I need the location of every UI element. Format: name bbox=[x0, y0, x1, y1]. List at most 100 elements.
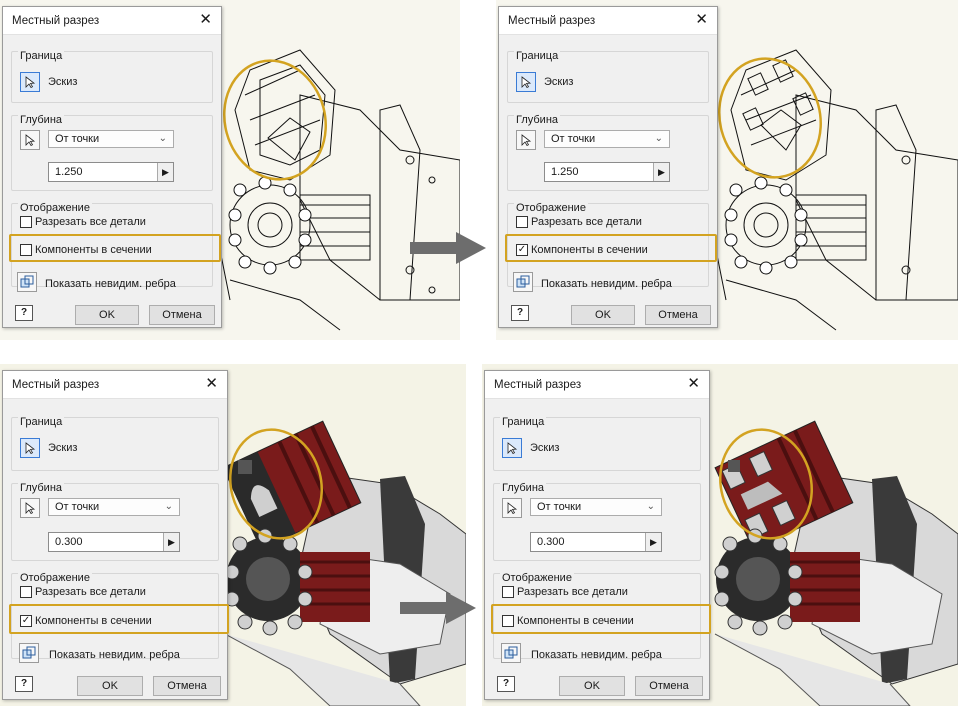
cube-edges-icon bbox=[20, 275, 34, 288]
checkbox-box[interactable] bbox=[20, 216, 32, 228]
sketch-pick-button[interactable] bbox=[516, 72, 536, 92]
dialog-title: Местный разрез bbox=[12, 379, 100, 391]
close-icon[interactable]: ✕ bbox=[695, 12, 708, 27]
cursor-select-icon bbox=[25, 134, 36, 146]
depth-pick-button[interactable] bbox=[516, 130, 536, 150]
boundary-label: Граница bbox=[514, 50, 561, 62]
cancel-button[interactable]: Отмена bbox=[149, 305, 215, 325]
chevron-down-icon: ⌄ bbox=[654, 133, 663, 144]
close-icon[interactable]: ✕ bbox=[199, 12, 212, 27]
sketch-label: Эскиз bbox=[544, 76, 574, 88]
checkbox-box[interactable] bbox=[20, 586, 32, 598]
hidden-edges-button[interactable] bbox=[17, 272, 37, 292]
ok-button[interactable]: OK bbox=[77, 676, 143, 696]
close-icon[interactable]: ✕ bbox=[205, 376, 218, 391]
cube-edges-icon bbox=[516, 275, 530, 288]
sketch-pick-button[interactable] bbox=[20, 72, 40, 92]
display-label: Отображение bbox=[18, 202, 92, 214]
cancel-button[interactable]: Отмена bbox=[635, 676, 703, 696]
display-label: Отображение bbox=[18, 572, 92, 584]
display-label: Отображение bbox=[500, 572, 574, 584]
checkbox-box[interactable] bbox=[502, 586, 514, 598]
dialog-titlebar: Местный разрез ✕ bbox=[3, 371, 227, 399]
hidden-edges-button[interactable] bbox=[19, 643, 39, 663]
close-icon[interactable]: ✕ bbox=[687, 376, 700, 391]
cut-all-checkbox[interactable]: Разрезать все детали bbox=[20, 216, 146, 228]
depth-mode-select[interactable]: От точки ⌄ bbox=[544, 130, 670, 148]
local-section-dialog: Местный разрез ✕ Граница Эскиз Глубина О… bbox=[498, 6, 718, 328]
local-section-dialog: Местный разрез ✕ Граница Эскиз Глубина О… bbox=[2, 370, 229, 700]
boundary-group: Граница Эскиз bbox=[11, 416, 219, 471]
hidden-edges-button[interactable] bbox=[513, 272, 533, 292]
depth-pick-button[interactable] bbox=[20, 130, 40, 150]
cancel-button[interactable]: Отмена bbox=[153, 676, 221, 696]
local-section-dialog: Местный разрез ✕ Граница Эскиз Глубина О… bbox=[2, 6, 222, 328]
cancel-button[interactable]: Отмена bbox=[645, 305, 711, 325]
panel-3: 5 4 bbox=[0, 364, 466, 706]
dialog-title: Местный разрез bbox=[508, 15, 596, 27]
help-icon[interactable]: ? bbox=[15, 305, 33, 321]
depth-group: Глубина От точки ⌄ 0.300 ▶ bbox=[11, 482, 219, 561]
arrow-right-icon[interactable]: ▶ bbox=[645, 533, 661, 551]
cursor-select-icon bbox=[521, 76, 532, 88]
highlight-frame bbox=[9, 234, 221, 262]
arrow-right-icon[interactable]: ▶ bbox=[157, 163, 173, 181]
depth-pick-button[interactable] bbox=[502, 498, 522, 518]
cut-all-checkbox[interactable]: Разрезать все детали bbox=[20, 586, 146, 598]
cursor-select-icon bbox=[507, 442, 518, 454]
highlight-frame bbox=[491, 604, 711, 634]
help-icon[interactable]: ? bbox=[15, 676, 33, 692]
depth-value: 0.300 bbox=[537, 536, 565, 548]
arrow-right-icon bbox=[400, 592, 476, 624]
cube-edges-icon bbox=[504, 646, 518, 659]
dialog-titlebar: Местный разрез ✕ bbox=[3, 7, 221, 35]
depth-value-field[interactable]: 0.300 ▶ bbox=[530, 532, 662, 552]
depth-pick-button[interactable] bbox=[20, 498, 40, 518]
help-icon[interactable]: ? bbox=[497, 676, 515, 692]
depth-label: Глубина bbox=[500, 482, 547, 494]
highlight-frame bbox=[9, 604, 229, 634]
depth-group: Глубина От точки ⌄ 0.300 ▶ bbox=[493, 482, 701, 561]
sketch-pick-button[interactable] bbox=[20, 438, 40, 458]
hidden-edges-label: Показать невидим. ребра bbox=[49, 649, 180, 661]
depth-value-field[interactable]: 0.300 ▶ bbox=[48, 532, 180, 552]
depth-value: 1.250 bbox=[55, 166, 83, 178]
depth-value: 1.250 bbox=[551, 166, 579, 178]
hidden-edges-label: Показать невидим. ребра bbox=[541, 278, 672, 290]
panel-2: 5 4 bbox=[496, 0, 958, 340]
boundary-label: Граница bbox=[500, 416, 547, 428]
hidden-edges-label: Показать невидим. ребра bbox=[45, 278, 176, 290]
sketch-label: Эскиз bbox=[48, 442, 78, 454]
cut-all-checkbox[interactable]: Разрезать все детали bbox=[502, 586, 628, 598]
depth-mode-select[interactable]: От точки ⌄ bbox=[48, 498, 180, 516]
panel-4: 5 4 bbox=[482, 364, 958, 706]
ok-button[interactable]: OK bbox=[571, 305, 635, 325]
cursor-select-icon bbox=[507, 502, 518, 514]
cut-all-label: Разрезать все детали bbox=[35, 586, 146, 598]
ok-button[interactable]: OK bbox=[75, 305, 139, 325]
help-icon[interactable]: ? bbox=[511, 305, 529, 321]
depth-value: 0.300 bbox=[55, 536, 83, 548]
cursor-select-icon bbox=[521, 134, 532, 146]
cut-all-label: Разрезать все детали bbox=[517, 586, 628, 598]
highlight-frame bbox=[505, 234, 717, 262]
boundary-group: Граница Эскиз bbox=[507, 50, 709, 103]
cut-all-checkbox[interactable]: Разрезать все детали bbox=[516, 216, 642, 228]
checkbox-box[interactable] bbox=[516, 216, 528, 228]
chevron-down-icon: ⌄ bbox=[158, 133, 167, 144]
ok-button[interactable]: OK bbox=[559, 676, 625, 696]
depth-value-field[interactable]: 1.250 ▶ bbox=[48, 162, 174, 182]
depth-value-field[interactable]: 1.250 ▶ bbox=[544, 162, 670, 182]
sketch-pick-button[interactable] bbox=[502, 438, 522, 458]
cursor-select-icon bbox=[25, 76, 36, 88]
arrow-right-icon[interactable]: ▶ bbox=[653, 163, 669, 181]
depth-label: Глубина bbox=[514, 114, 561, 126]
boundary-label: Граница bbox=[18, 416, 65, 428]
depth-mode-select[interactable]: От точки ⌄ bbox=[48, 130, 174, 148]
arrow-right-icon[interactable]: ▶ bbox=[163, 533, 179, 551]
local-section-dialog: Местный разрез ✕ Граница Эскиз Глубина О… bbox=[484, 370, 711, 700]
depth-group: Глубина От точки ⌄ 1.250 ▶ bbox=[507, 114, 709, 191]
depth-mode-select[interactable]: От точки ⌄ bbox=[530, 498, 662, 516]
arrow-right-icon bbox=[410, 232, 486, 264]
hidden-edges-button[interactable] bbox=[501, 643, 521, 663]
